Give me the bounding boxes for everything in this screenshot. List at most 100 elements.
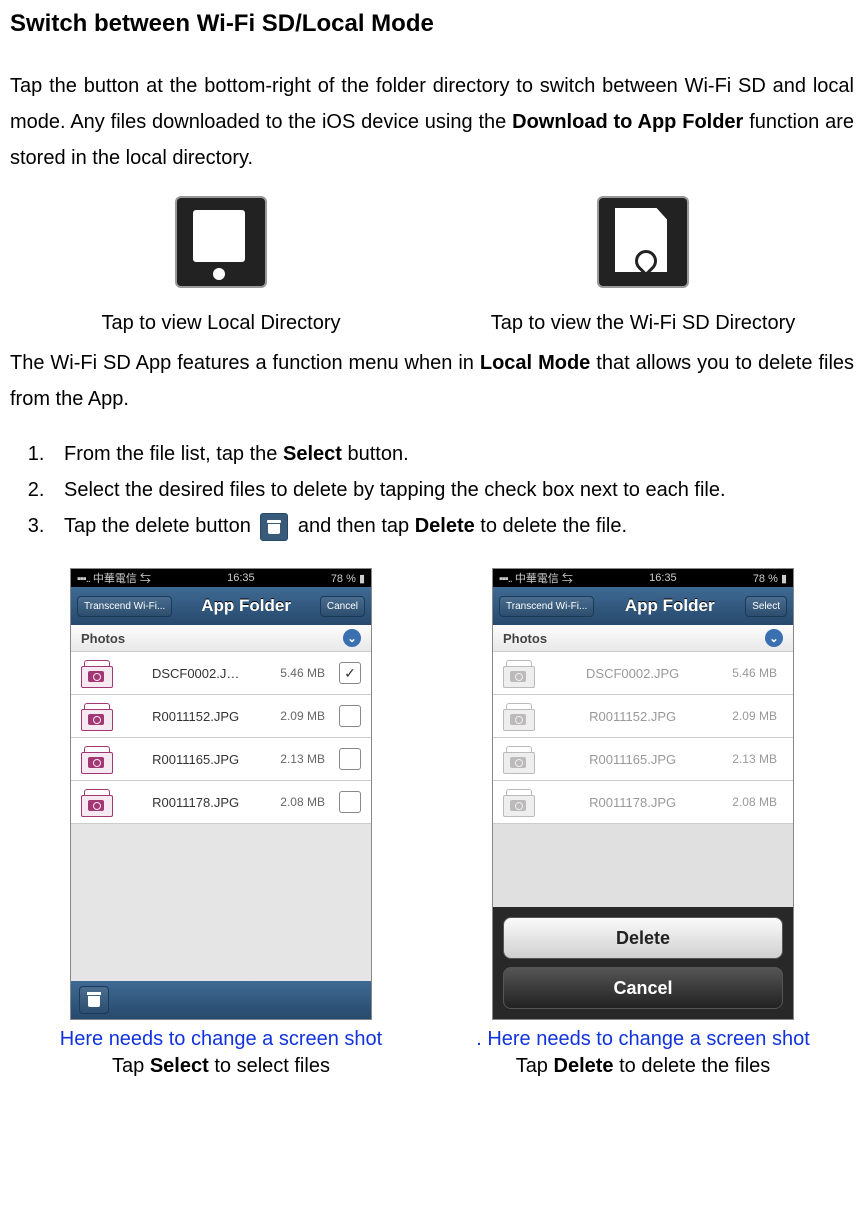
step3-a: Tap the delete button — [64, 515, 256, 537]
sd-card-icon[interactable] — [597, 196, 689, 288]
file-name: DSCF0002.JPG — [541, 666, 724, 681]
file-name: R0011178.JPG — [119, 795, 272, 810]
bottom-toolbar — [71, 981, 371, 1019]
local-mode-paragraph: The Wi-Fi SD App features a function men… — [10, 345, 854, 417]
file-size: 2.08 MB — [280, 795, 325, 809]
file-row[interactable]: R0011152.JPG 2.09 MB — [71, 695, 371, 738]
carrier-label: ▪▪▪.. 中華電信 ⇆ — [77, 570, 151, 586]
intro-paragraph: Tap the button at the bottom-right of th… — [10, 68, 854, 176]
trash-icon[interactable] — [260, 513, 288, 541]
chevron-down-icon: ⌄ — [343, 629, 361, 647]
caption-left: Tap Select to select files — [21, 1055, 421, 1078]
section-header[interactable]: Photos ⌄ — [71, 625, 371, 652]
file-row[interactable]: R0011178.JPG 2.08 MB — [71, 781, 371, 824]
nav-bar: Transcend Wi-Fi... App Folder Select — [493, 587, 793, 625]
file-row: R0011152.JPG 2.09 MB — [493, 695, 793, 738]
file-checkbox[interactable] — [339, 705, 361, 727]
cancel-action-button[interactable]: Cancel — [503, 967, 783, 1009]
status-bar: ▪▪▪.. 中華電信 ⇆ 16:35 78 % ▮ — [493, 569, 793, 587]
local-mode-block: Tap to view Local Directory — [21, 196, 421, 335]
status-bar: ▪▪▪.. 中華電信 ⇆ 16:35 78 % ▮ — [71, 569, 371, 587]
mode-icons-row: Tap to view Local Directory Tap to view … — [10, 196, 854, 335]
step3-b: and then tap — [292, 515, 414, 537]
para2-bold: Local Mode — [480, 352, 590, 374]
photo-folder-icon — [503, 746, 533, 772]
step1-b: Select — [283, 443, 342, 465]
steps-list: From the file list, tap the Select butto… — [10, 437, 854, 543]
cap-r-a: Tap — [516, 1055, 554, 1077]
time-label: 16:35 — [227, 572, 255, 584]
action-sheet: Delete Cancel — [493, 907, 793, 1019]
step-2: Select the desired files to delete by ta… — [50, 473, 854, 507]
photo-folder-icon — [503, 660, 533, 686]
file-checkbox[interactable] — [339, 791, 361, 813]
intro-bold: Download to App Folder — [512, 111, 743, 133]
section-label: Photos — [503, 631, 547, 646]
select-button[interactable]: Select — [745, 596, 787, 617]
carrier-label: ▪▪▪.. 中華電信 ⇆ — [499, 570, 573, 586]
file-row: R0011178.JPG 2.08 MB — [493, 781, 793, 824]
nav-title: App Folder — [625, 596, 715, 616]
photo-folder-icon — [81, 789, 111, 815]
caption-right: Tap Delete to delete the files — [443, 1055, 843, 1078]
file-row: R0011165.JPG 2.13 MB — [493, 738, 793, 781]
file-name: R0011152.JPG — [541, 709, 724, 724]
page-title: Switch between Wi-Fi SD/Local Mode — [10, 10, 854, 38]
screenshot-right-column: ▪▪▪.. 中華電信 ⇆ 16:35 78 % ▮ Transcend Wi-F… — [443, 568, 843, 1078]
screenshot-left-column: ▪▪▪.. 中華電信 ⇆ 16:35 78 % ▮ Transcend Wi-F… — [21, 568, 421, 1078]
step1-c: button. — [342, 443, 409, 465]
cancel-button[interactable]: Cancel — [320, 596, 365, 617]
file-row[interactable]: R0011165.JPG 2.13 MB — [71, 738, 371, 781]
file-size: 5.46 MB — [280, 666, 325, 680]
back-button[interactable]: Transcend Wi-Fi... — [499, 596, 594, 617]
empty-area — [493, 824, 793, 907]
file-size: 5.46 MB — [732, 666, 777, 680]
nav-bar: Transcend Wi-Fi... App Folder Cancel — [71, 587, 371, 625]
battery-label: 78 % ▮ — [331, 572, 365, 585]
photo-folder-icon — [503, 703, 533, 729]
photo-folder-icon — [503, 789, 533, 815]
section-header[interactable]: Photos ⌄ — [493, 625, 793, 652]
chevron-down-icon: ⌄ — [765, 629, 783, 647]
file-size: 2.09 MB — [732, 709, 777, 723]
note-left: Here needs to change a screen shot — [21, 1028, 421, 1051]
step1-a: From the file list, tap the — [64, 443, 283, 465]
file-checkbox[interactable] — [339, 748, 361, 770]
step3-d: to delete the file. — [475, 515, 627, 537]
cap-r-b: Delete — [554, 1055, 614, 1077]
empty-area — [71, 824, 371, 981]
cap-l-c: to select files — [209, 1055, 330, 1077]
nav-title: App Folder — [201, 596, 291, 616]
step-3: Tap the delete button and then tap Delet… — [50, 509, 854, 543]
file-size: 2.08 MB — [732, 795, 777, 809]
photo-folder-icon — [81, 703, 111, 729]
delete-button[interactable] — [79, 986, 109, 1014]
file-name: R0011165.JPG — [119, 752, 272, 767]
step-1: From the file list, tap the Select butto… — [50, 437, 854, 471]
battery-label: 78 % ▮ — [753, 572, 787, 585]
file-checkbox[interactable]: ✓ — [339, 662, 361, 684]
section-label: Photos — [81, 631, 125, 646]
file-size: 2.13 MB — [732, 752, 777, 766]
file-name: R0011178.JPG — [541, 795, 724, 810]
file-size: 2.13 MB — [280, 752, 325, 766]
file-name: R0011152.JPG — [119, 709, 272, 724]
photo-folder-icon — [81, 746, 111, 772]
file-row[interactable]: DSCF0002.J… 5.46 MB ✓ — [71, 652, 371, 695]
phone-icon[interactable] — [175, 196, 267, 288]
para2-text-1: The Wi-Fi SD App features a function men… — [10, 352, 480, 374]
file-row: DSCF0002.JPG 5.46 MB — [493, 652, 793, 695]
local-caption: Tap to view Local Directory — [21, 312, 421, 335]
file-size: 2.09 MB — [280, 709, 325, 723]
screenshots-row: ▪▪▪.. 中華電信 ⇆ 16:35 78 % ▮ Transcend Wi-F… — [10, 568, 854, 1078]
photo-folder-icon — [81, 660, 111, 686]
delete-action-button[interactable]: Delete — [503, 917, 783, 959]
wifi-caption: Tap to view the Wi-Fi SD Directory — [443, 312, 843, 335]
back-button[interactable]: Transcend Wi-Fi... — [77, 596, 172, 617]
screenshot-select: ▪▪▪.. 中華電信 ⇆ 16:35 78 % ▮ Transcend Wi-F… — [70, 568, 372, 1020]
step3-c: Delete — [415, 515, 475, 537]
cap-l-b: Select — [150, 1055, 209, 1077]
file-name: R0011165.JPG — [541, 752, 724, 767]
cap-r-c: to delete the files — [614, 1055, 771, 1077]
time-label: 16:35 — [649, 572, 677, 584]
